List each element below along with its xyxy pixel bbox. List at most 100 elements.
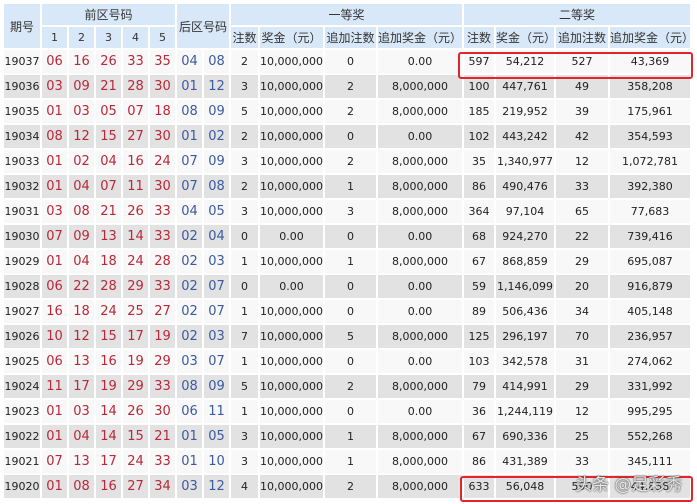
table-row: 19029 01 04 18 24 28 02 03 1 10,000,000 1 8,000,000…	[4, 250, 690, 273]
first-prize-prize: 10,000,000	[260, 300, 323, 323]
back-ball: 09	[204, 150, 229, 173]
second-prize-extra-prize: 43,369	[609, 50, 690, 73]
back-ball: 04	[204, 225, 229, 248]
second-prize-prize: 690,336	[495, 425, 554, 448]
second-prize-winners: 102	[463, 125, 494, 148]
back-ball: 03	[204, 250, 229, 273]
second-prize-extra-winners: 20	[555, 275, 608, 298]
first-prize-winners: 2	[231, 50, 258, 73]
front-ball: 16	[96, 475, 121, 498]
second-prize-extra-winners: 29	[555, 375, 608, 398]
second-prize-prize: 868,859	[495, 250, 554, 273]
table-row: 19031 03 08 21 26 33 04 05 3 10,000,000 3 8,000,000…	[4, 200, 690, 223]
back-ball: 02	[204, 125, 229, 148]
first-prize-winners: 3	[231, 450, 258, 473]
header-front-col-3: 3	[96, 27, 121, 48]
front-ball: 04	[69, 425, 94, 448]
first-prize-extra-prize: 8,000,000	[377, 200, 462, 223]
first-prize-extra-prize: 8,000,000	[377, 475, 462, 498]
front-ball: 29	[123, 375, 148, 398]
back-ball: 05	[204, 425, 229, 448]
front-ball: 24	[123, 250, 148, 273]
first-prize-extra-prize: 8,000,000	[377, 325, 462, 348]
front-ball: 18	[69, 300, 94, 323]
second-prize-winners: 86	[463, 175, 494, 198]
first-prize-winners: 1	[231, 400, 258, 423]
front-ball: 14	[96, 400, 121, 423]
second-prize-prize: 1,146,099	[495, 275, 554, 298]
second-prize-winners: 89	[463, 300, 494, 323]
second-prize-extra-winners: 22	[555, 225, 608, 248]
first-prize-extra-prize: 0.00	[377, 275, 462, 298]
header-front-col-4: 4	[123, 27, 148, 48]
second-prize-extra-prize: 392,380	[609, 175, 690, 198]
first-prize-prize: 10,000,000	[260, 50, 323, 73]
front-ball: 03	[42, 200, 67, 223]
front-ball: 33	[150, 450, 175, 473]
back-ball: 07	[204, 275, 229, 298]
front-ball: 13	[96, 225, 121, 248]
back-ball: 04	[177, 50, 202, 73]
front-ball: 35	[150, 50, 175, 73]
header-second-prize: 二等奖	[463, 4, 690, 25]
second-prize-extra-prize: 236,957	[609, 325, 690, 348]
second-prize-prize: 506,436	[495, 300, 554, 323]
second-prize-prize: 219,952	[495, 100, 554, 123]
second-prize-winners: 35	[463, 150, 494, 173]
first-prize-extra-winners: 2	[324, 150, 376, 173]
front-ball: 30	[150, 75, 175, 98]
first-prize-extra-winners: 1	[324, 175, 376, 198]
first-prize-prize: 10,000,000	[260, 200, 323, 223]
first-prize-winners: 5	[231, 375, 258, 398]
front-ball: 09	[69, 225, 94, 248]
front-ball: 04	[69, 175, 94, 198]
second-prize-extra-prize: 552,268	[609, 425, 690, 448]
header-second-prize-col-2: 追加注数	[555, 27, 608, 48]
first-prize-winners: 2	[231, 175, 258, 198]
second-prize-winners: 100	[463, 75, 494, 98]
first-prize-extra-prize: 8,000,000	[377, 375, 462, 398]
front-ball: 25	[123, 300, 148, 323]
back-ball: 08	[204, 175, 229, 198]
back-ball: 03	[204, 325, 229, 348]
front-ball: 19	[150, 325, 175, 348]
front-ball: 16	[42, 300, 67, 323]
second-prize-winners: 79	[463, 375, 494, 398]
second-prize-winners: 59	[463, 275, 494, 298]
front-ball: 22	[69, 275, 94, 298]
table-row: 19025 06 13 16 19 29 03 07 1 10,000,000 0 0.00 103 34…	[4, 350, 690, 373]
back-ball: 01	[177, 425, 202, 448]
first-prize-winners: 1	[231, 300, 258, 323]
first-prize-extra-prize: 0.00	[377, 225, 462, 248]
second-prize-extra-winners: 12	[555, 150, 608, 173]
table-row: 19028 06 22 28 29 33 02 07 0 0.00 0 0.00 59 1,146,099…	[4, 275, 690, 298]
header-first-prize-col-3: 追加奖金（元）	[377, 27, 462, 48]
second-prize-extra-winners: 31	[555, 350, 608, 373]
header-issue: 期号	[4, 4, 40, 48]
front-ball: 24	[96, 300, 121, 323]
second-prize-extra-winners: 49	[555, 75, 608, 98]
second-prize-prize: 97,104	[495, 200, 554, 223]
front-ball: 21	[96, 75, 121, 98]
issue-number: 19020	[4, 475, 40, 498]
front-ball: 21	[96, 200, 121, 223]
front-ball: 12	[69, 125, 94, 148]
front-ball: 06	[42, 350, 67, 373]
table-row: 19023 01 03 14 26 30 06 11 1 10,000,000 0 0.00 36 1,2…	[4, 400, 690, 423]
second-prize-extra-winners: 12	[555, 400, 608, 423]
front-ball: 04	[96, 150, 121, 173]
header-front-col-5: 5	[150, 27, 175, 48]
header-second-prize-col-1: 奖金（元）	[495, 27, 556, 48]
front-ball: 30	[150, 400, 175, 423]
issue-number: 19036	[4, 75, 40, 98]
back-ball: 01	[177, 125, 202, 148]
front-ball: 01	[42, 100, 67, 123]
front-ball: 33	[150, 200, 175, 223]
front-ball: 07	[42, 450, 67, 473]
front-ball: 11	[42, 375, 67, 398]
front-ball: 18	[150, 100, 175, 123]
back-ball: 01	[177, 450, 202, 473]
second-prize-extra-winners: 527	[555, 50, 608, 73]
front-ball: 34	[150, 475, 175, 498]
second-prize-prize: 1,340,977	[495, 150, 554, 173]
